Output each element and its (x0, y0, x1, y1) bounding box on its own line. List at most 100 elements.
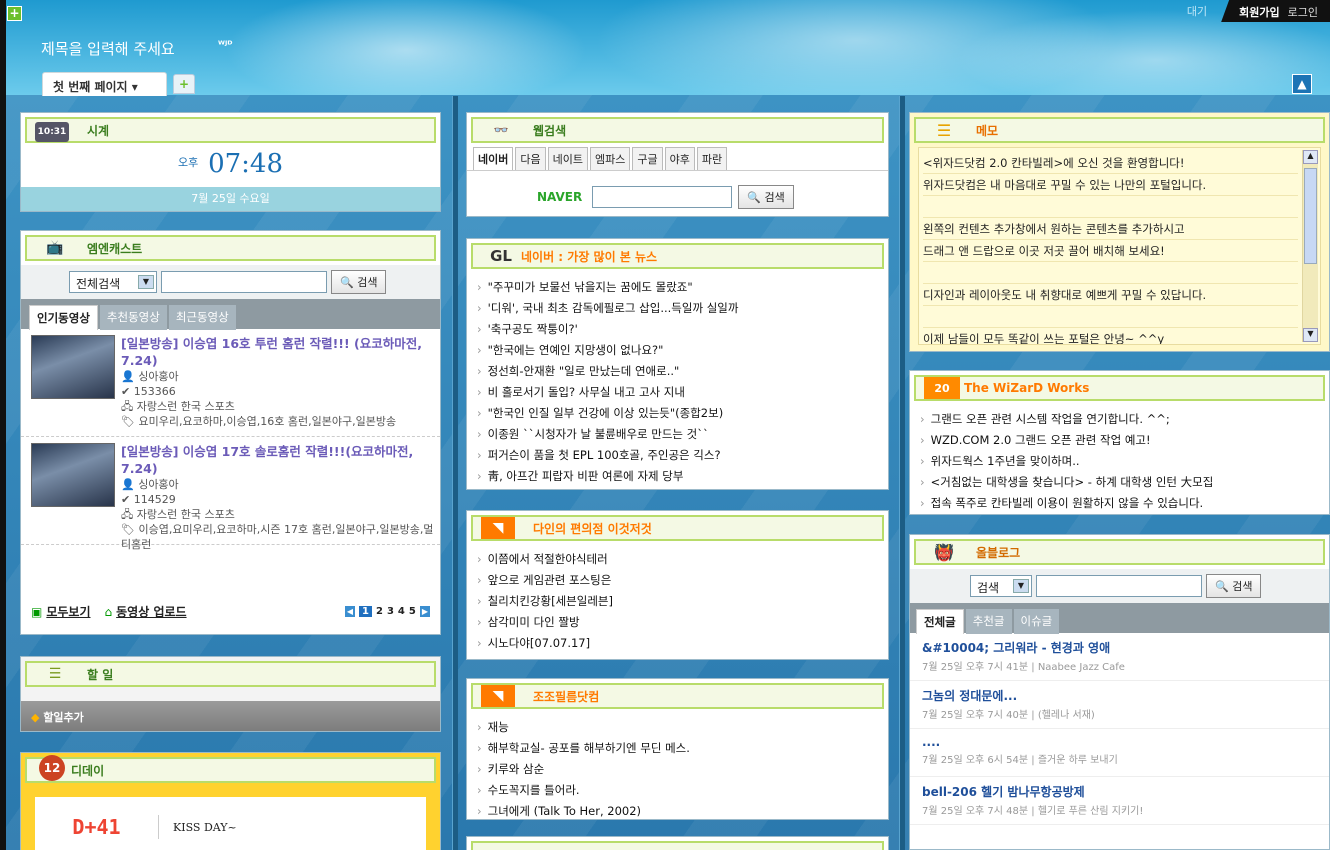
news-item[interactable]: "한국인 인질 일부 건강에 이상 있는듯"(종합2보) (477, 403, 878, 424)
clock-display: 오후 07:48 (21, 149, 440, 179)
engine-tab[interactable]: 야후 (664, 147, 695, 170)
add-todo-button[interactable]: ◆ 할일추가 (21, 701, 440, 731)
rss2-header[interactable]: ◥ 조조필름닷컴 (471, 683, 884, 709)
video-channel[interactable]: 🖧 자랑스런 한국 스포츠 (121, 507, 436, 522)
wizard-item[interactable]: 그랜드 오픈 관련 시스템 작업을 연기합니다. ^^; (920, 409, 1319, 430)
video-channel[interactable]: 🖧 자랑스런 한국 스포츠 (121, 399, 436, 414)
news-item[interactable]: "주꾸미가 보물선 낚을지는 꿈에도 몰랐죠" (477, 277, 878, 298)
rss-item[interactable]: 해부학교실- 공포를 해부하기엔 무딘 메스. (477, 738, 878, 759)
prev-page-icon[interactable]: ◀ (344, 606, 355, 617)
news-item[interactable]: '축구공도 짝퉁이?' (477, 319, 878, 340)
post-title[interactable]: .... (922, 735, 1317, 749)
news-header[interactable]: GL 네이버 : 가장 많이 본 뉴스 (471, 243, 884, 269)
todo-header[interactable]: ☰ 할 일 (25, 661, 436, 687)
websearch-header[interactable]: 👓 웹검색 (471, 117, 884, 143)
allblog-header[interactable]: 👹 올블로그 (914, 539, 1325, 565)
video-header[interactable]: 📺 엠엔캐스트 (25, 235, 436, 261)
engine-tab[interactable]: 네이트 (547, 147, 588, 170)
websearch-input[interactable] (592, 186, 733, 208)
scroll-up-icon[interactable]: ▲ (1303, 150, 1318, 164)
memo-header[interactable]: ☰ 메모 (914, 117, 1325, 143)
upload-video-link[interactable]: 동영상 업로드 (116, 603, 186, 620)
rss-item[interactable]: 시노다야[07.07.17] (477, 633, 878, 654)
add-tab-icon[interactable]: + (173, 74, 195, 94)
video-search-input[interactable] (161, 271, 327, 293)
post-title[interactable]: bell-206 헬기 밤나무항공방제 (922, 783, 1317, 800)
rss-item[interactable]: 삼각미미 다인 짤방 (477, 612, 878, 633)
tab-recent[interactable]: 최근동영상 (168, 305, 236, 330)
rss-item[interactable]: 앞으로 게임관련 포스팅은 (477, 570, 878, 591)
allblog-search-input[interactable] (1036, 575, 1202, 597)
view-all-link[interactable]: 모두보기 (46, 603, 90, 620)
video-search-button[interactable]: 🔍 검색 (331, 270, 387, 294)
news-item[interactable]: 이종원 ``시청자가 날 불륜배우로 만드는 것`` (477, 424, 878, 445)
allblog-tab[interactable]: 이슈글 (1013, 609, 1060, 634)
scroll-thumb[interactable] (1304, 168, 1317, 264)
news-item[interactable]: 퍼거슨이 품을 첫 EPL 100호골, 주인공은 긱스? (477, 445, 878, 466)
engine-tab[interactable]: 다음 (515, 147, 546, 170)
video-title[interactable]: [일본방송] 이승엽 17호 솔로홈런 작렬!!!(요코하마전, 7.24) (121, 443, 436, 477)
page-link[interactable]: 5 (409, 606, 416, 617)
scroll-down-icon[interactable]: ▼ (1303, 328, 1318, 342)
allblog-search-button[interactable]: 🔍 검색 (1206, 574, 1262, 598)
video-user[interactable]: 👤 싱아홍아 (121, 477, 436, 492)
tab-recommended[interactable]: 추천동영상 (99, 305, 167, 330)
join-link[interactable]: 회원가입 로그인 (1221, 0, 1330, 22)
engine-tab[interactable]: 구글 (632, 147, 663, 170)
wizard-item[interactable]: <거침없는 대학생을 찾습니다> - 하계 대학생 인턴 大모집 (920, 472, 1319, 493)
engine-tab[interactable]: 파란 (696, 147, 728, 170)
rss-item[interactable]: 키루와 삼순 (477, 759, 878, 780)
site-title[interactable]: 제목을 입력해 주세요 (41, 38, 175, 59)
engine-tab[interactable]: 네이버 (473, 147, 514, 170)
memo-textarea[interactable]: <위자드닷컴 2.0 칸타빌레>에 오신 것을 환영합니다! 위자드닷컴은 내 마… (918, 147, 1321, 345)
news-list: "주꾸미가 보물선 낚을지는 꿈에도 몰랐죠"'디워', 국내 최초 감독에필로… (467, 273, 888, 491)
video-widget: 📺 엠엔캐스트 전체검색 ▼ 🔍 검색 인기동영상 추천동영상 최근동영상 [일본방송… (20, 230, 441, 635)
news-item[interactable]: 비 홀로서기 돌입? 사무실 내고 고사 지내 (477, 382, 878, 403)
wizard-header[interactable]: 20 The WiZarD Works (914, 375, 1325, 401)
engine-tab[interactable]: 엠파스 (590, 147, 631, 170)
rss-item[interactable]: 이쯤에서 적절한야식테러 (477, 549, 878, 570)
news-item[interactable]: 정선희-안재환 "일로 만났는데 연애로.." (477, 361, 878, 382)
wizard-widget: 20 The WiZarD Works 그랜드 오픈 관련 시스템 작업을 연기… (909, 370, 1330, 515)
wizard-item[interactable]: WZD.COM 2.0 그랜드 오픈 관련 작업 예고! (920, 430, 1319, 451)
page-link[interactable]: 1 (359, 606, 372, 617)
waiting-link[interactable]: 대기 (1173, 3, 1221, 19)
memo-scrollbar[interactable]: ▲ ▼ (1302, 150, 1318, 342)
wizard-item[interactable]: 접속 폭주로 칸타빌레 이용이 원활하지 않을 수 있습니다. (920, 493, 1319, 514)
allblog-tab[interactable]: 추천글 (965, 609, 1012, 634)
next-page-icon[interactable]: ▶ (419, 606, 430, 617)
allblog-search-select[interactable]: 검색 ▼ (970, 575, 1032, 597)
video-search-select[interactable]: 전체검색 ▼ (69, 271, 157, 293)
video-user[interactable]: 👤 싱아홍아 (121, 369, 436, 384)
websearch-button[interactable]: 🔍 검색 (738, 185, 794, 209)
scroll-top-icon[interactable]: ▲ (1292, 74, 1312, 94)
wizard-item[interactable]: 위자드웍스 1주년을 맞이하며.. (920, 451, 1319, 472)
rss-item[interactable]: 재능 (477, 717, 878, 738)
column-divider (452, 96, 458, 850)
clock-header[interactable]: 10:31 시계 (25, 117, 436, 143)
dday-header[interactable]: 12 디데이 (25, 755, 436, 783)
news-item[interactable]: "한국에는 연예인 지망생이 없나요?" (477, 340, 878, 361)
todo-title: 할 일 (87, 667, 114, 682)
page-link[interactable]: 4 (398, 606, 405, 617)
rss-item[interactable]: 칠리치킨강황[세븐일레븐] (477, 591, 878, 612)
allblog-post: &#10004; 그리워라 - 현경과 영애 7월 25일 오후 7시 41분 |… (910, 633, 1329, 681)
video-thumbnail[interactable] (31, 443, 115, 507)
page-link[interactable]: 3 (387, 606, 394, 617)
post-title[interactable]: &#10004; 그리워라 - 현경과 영애 (922, 639, 1317, 656)
add-content-icon[interactable]: + (7, 6, 22, 21)
allblog-tab[interactable]: 전체글 (916, 609, 964, 634)
tab-first-page[interactable]: 첫 번째 페이지 ▾ (42, 72, 167, 96)
rss-item[interactable]: 그녀에게 (Talk To Her, 2002) (477, 801, 878, 822)
video-thumbnail[interactable] (31, 335, 115, 399)
news-item[interactable]: '디워', 국내 최초 감독에필로그 삽입...득일까 실일까 (477, 298, 878, 319)
wizard-icon: 20 (924, 377, 960, 399)
post-title[interactable]: 그놈의 정대문에... (922, 687, 1317, 704)
news-item[interactable]: 靑, 아프간 피랍자 비판 여론에 자제 당부 (477, 466, 878, 487)
tab-popular[interactable]: 인기동영상 (29, 305, 98, 330)
rss1-header[interactable]: ◥ 다인의 편의점 이것저것 (471, 515, 884, 541)
page-link[interactable]: 2 (376, 606, 383, 617)
rss-item[interactable]: 수도꼭지를 틀어라. (477, 780, 878, 801)
login-link[interactable]: 로그인 (1288, 6, 1318, 19)
video-title[interactable]: [일본방송] 이승엽 16호 투런 홈런 작렬!!! (요코하마전, 7.24) (121, 335, 436, 369)
